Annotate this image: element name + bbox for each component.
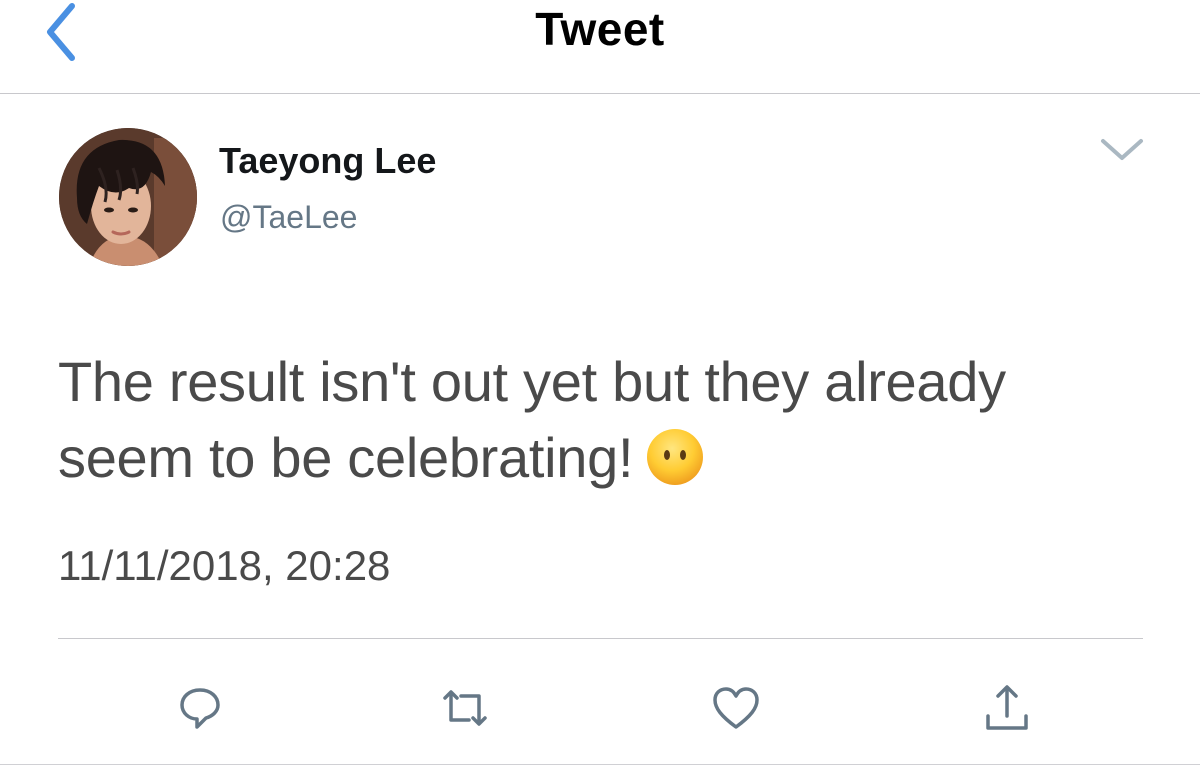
profile-photo-icon (59, 128, 197, 266)
page-title: Tweet (535, 3, 665, 55)
retweet-icon (443, 690, 487, 726)
bottom-divider (0, 764, 1200, 765)
share-button[interactable] (977, 678, 1037, 738)
tweet-text: The result isn't out yet but they alread… (58, 344, 1158, 496)
tweet-text-line-2: seem to be celebrating! (58, 420, 1158, 496)
avatar[interactable] (59, 128, 197, 266)
tweet-text-line-2-text: seem to be celebrating! (58, 426, 634, 489)
heart-icon (713, 687, 759, 729)
author-handle[interactable]: @TaeLee (220, 199, 357, 236)
more-options-button[interactable] (1094, 130, 1150, 170)
comment-bubble-icon (180, 688, 220, 729)
face-without-mouth-emoji (647, 429, 704, 485)
navigation-bar: Tweet (0, 0, 1200, 94)
tweet-text-line-1: The result isn't out yet but they alread… (58, 350, 1006, 413)
retweet-button[interactable] (435, 678, 495, 738)
tweet-timestamp: 11/11/2018, 20:28 (58, 542, 391, 589)
tweet-detail-screen: Tweet Taeyong Lee @TaeLee The result isn… (0, 0, 1200, 778)
reply-button[interactable] (170, 678, 230, 738)
chevron-down-icon (1101, 139, 1143, 160)
like-button[interactable] (706, 678, 766, 738)
author-display-name[interactable]: Taeyong Lee (219, 140, 436, 182)
divider (58, 638, 1143, 639)
share-icon (986, 685, 1028, 730)
